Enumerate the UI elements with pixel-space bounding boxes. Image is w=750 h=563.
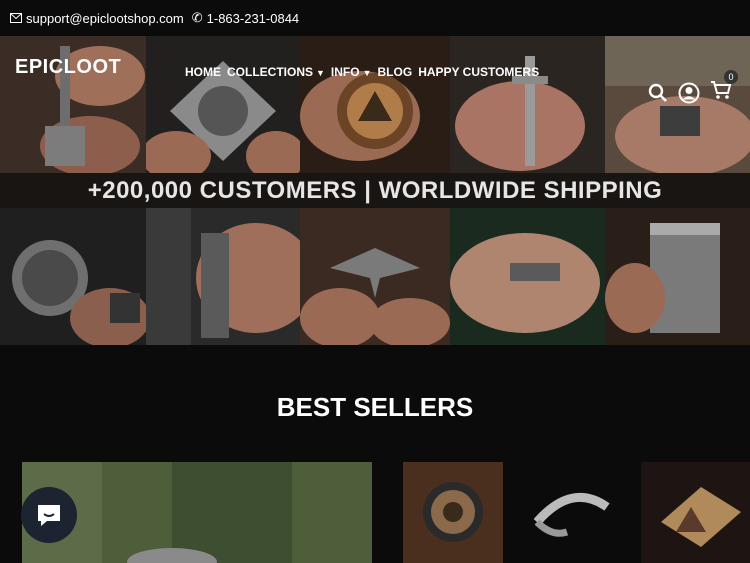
best-sellers-heading: BEST SELLERS	[276, 392, 474, 422]
main-menu: HOME COLLECTIONS ▼ INFO ▼ BLOG HAPPY CUSTO…	[185, 65, 539, 79]
nav-info[interactable]: INFO ▼	[331, 65, 372, 79]
product-image-axe-pendant[interactable]	[641, 462, 750, 563]
chat-icon	[38, 505, 60, 526]
nav-happy-customers[interactable]: HAPPY CUSTOMERS	[418, 65, 539, 79]
hero-image-rune-ring	[450, 208, 605, 345]
cart-button[interactable]: 0	[710, 70, 738, 105]
nav-blog[interactable]: BLOG	[378, 65, 413, 79]
nav-collections-label: COLLECTIONS	[227, 65, 313, 79]
hero-image-raven-pendant	[300, 208, 450, 345]
header-icons: 0	[648, 70, 738, 105]
search-icon[interactable]	[648, 83, 668, 103]
mail-icon	[10, 13, 22, 23]
hero-image-tankard	[605, 208, 750, 345]
chat-button[interactable]	[21, 487, 77, 543]
main-header: EPICLOOT HOME COLLECTIONS ▼ INFO ▼ BLOG HA…	[0, 36, 750, 108]
hero-image-compass-necklace	[0, 208, 146, 345]
top-contact-bar: support@epiclootshop.com ✆ 1-863-231-084…	[0, 0, 750, 36]
account-icon[interactable]	[678, 82, 700, 104]
chevron-down-icon: ▼	[362, 68, 372, 78]
nav-home[interactable]: HOME	[185, 65, 221, 79]
product-image-wolf-bracelet[interactable]	[522, 462, 622, 563]
site-logo[interactable]: EPICLOOT	[15, 56, 121, 79]
nav-collections[interactable]: COLLECTIONS ▼	[227, 65, 325, 79]
chevron-down-icon: ▼	[316, 68, 325, 78]
nav-info-label: INFO	[330, 65, 360, 79]
phone-icon: ✆	[191, 10, 203, 25]
hero-image-wolf-bracelet	[146, 208, 300, 345]
support-email-link[interactable]: support@epiclootshop.com	[26, 11, 184, 26]
cart-count-badge: 0	[724, 70, 738, 84]
hero-banner-text: +200,000 CUSTOMERS | WORLDWIDE SHIPPING	[0, 173, 750, 208]
phone-number-link[interactable]: 1-863-231-0844	[207, 11, 300, 26]
product-image-valknut-pendant[interactable]	[403, 462, 503, 563]
